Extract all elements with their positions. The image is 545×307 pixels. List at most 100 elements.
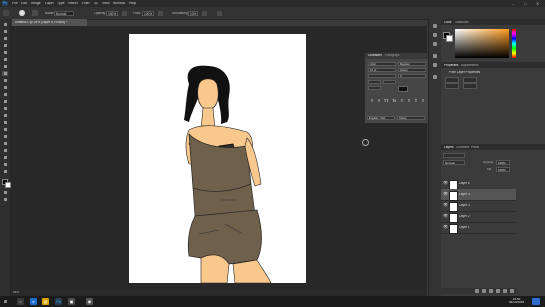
brush-preview-icon[interactable] bbox=[19, 10, 25, 16]
visibility-eye-icon[interactable]: 👁 bbox=[443, 214, 448, 218]
eraser-tool-icon[interactable] bbox=[2, 99, 8, 104]
paragraph-panel-icon[interactable] bbox=[432, 62, 438, 68]
minimize-icon[interactable]: – bbox=[512, 1, 514, 6]
tab-properties[interactable]: Properties bbox=[444, 64, 459, 67]
y-field[interactable] bbox=[463, 83, 477, 89]
pen-tool-icon[interactable] bbox=[2, 127, 8, 132]
layer-mask-icon[interactable] bbox=[489, 289, 493, 293]
visibility-eye-icon[interactable]: 👁 bbox=[443, 192, 448, 196]
color-panel-background-swatch[interactable] bbox=[446, 35, 453, 42]
menu-layer[interactable]: Layer bbox=[45, 2, 54, 6]
eyedropper-tool-icon[interactable] bbox=[2, 64, 8, 69]
new-layer-icon[interactable] bbox=[503, 289, 507, 293]
menu-image[interactable]: Image bbox=[31, 2, 41, 6]
tab-paragraph[interactable]: Paragraph bbox=[385, 54, 400, 57]
blend-mode-select[interactable]: Normal bbox=[443, 160, 465, 165]
tab-character[interactable]: Character bbox=[368, 54, 382, 57]
stamp-tool-icon[interactable] bbox=[2, 85, 8, 90]
quick-select-tool-icon[interactable] bbox=[2, 43, 8, 48]
opacity-field[interactable]: 100% bbox=[106, 10, 118, 16]
healing-tool-icon[interactable] bbox=[2, 78, 8, 83]
history-panel-icon[interactable] bbox=[432, 23, 438, 29]
zoom-level[interactable]: 25% bbox=[13, 291, 19, 294]
layer-opacity-field[interactable]: 100% bbox=[496, 160, 510, 165]
menu-help[interactable]: Help bbox=[129, 2, 136, 6]
type-tool-icon[interactable] bbox=[2, 134, 8, 139]
tracking-field[interactable]: 0 bbox=[398, 74, 426, 78]
language-select[interactable]: English: USA bbox=[367, 116, 395, 120]
tab-swatches[interactable]: Swatches bbox=[455, 21, 469, 24]
frame-tool-icon[interactable] bbox=[2, 57, 8, 62]
visibility-eye-icon[interactable]: 👁 bbox=[443, 225, 448, 229]
notification-icon[interactable] bbox=[532, 298, 540, 305]
menu-type[interactable]: Type bbox=[57, 2, 65, 6]
layer-filter-select[interactable] bbox=[443, 153, 465, 158]
document-tab[interactable]: Untitled-1 @ 25% (Layer 4, RGB/8) * bbox=[12, 19, 87, 26]
brush-tool-icon[interactable] bbox=[2, 71, 8, 76]
leading-field[interactable]: (Auto) bbox=[398, 68, 426, 72]
flow-field[interactable]: 100% bbox=[142, 10, 154, 16]
pressure-size-icon[interactable] bbox=[217, 10, 222, 16]
brush-settings-panel-icon[interactable] bbox=[432, 32, 438, 38]
character-panel-icon[interactable] bbox=[432, 53, 438, 59]
menu-filter[interactable]: Filter bbox=[82, 2, 90, 6]
windows-start-icon[interactable]: ⊞ bbox=[2, 298, 9, 305]
blur-tool-icon[interactable] bbox=[2, 113, 8, 118]
tab-layers[interactable]: Layers bbox=[444, 146, 454, 149]
info-panel-icon[interactable] bbox=[432, 74, 438, 80]
font-family-select[interactable]: Arial bbox=[368, 62, 396, 66]
menu-3d[interactable]: 3D bbox=[94, 2, 98, 6]
font-style-select[interactable]: Regular bbox=[398, 62, 426, 66]
smoothing-options-icon[interactable] bbox=[202, 10, 207, 16]
edge-browser-icon[interactable]: e bbox=[30, 298, 37, 305]
smoothing-field[interactable]: 10% bbox=[188, 10, 198, 16]
gradient-tool-icon[interactable] bbox=[2, 106, 8, 111]
shape-tool-icon[interactable] bbox=[2, 148, 8, 153]
document-canvas[interactable] bbox=[129, 34, 306, 284]
horizontal-scale-field[interactable] bbox=[383, 80, 396, 84]
airbrush-icon[interactable] bbox=[158, 10, 163, 16]
visibility-eye-icon[interactable]: 👁 bbox=[443, 181, 448, 185]
edit-toolbar-icon[interactable] bbox=[2, 169, 8, 174]
color-picker-field[interactable] bbox=[455, 29, 509, 58]
tab-color[interactable]: Color bbox=[444, 21, 452, 24]
background-color-swatch[interactable] bbox=[4, 181, 11, 188]
history-brush-tool-icon[interactable] bbox=[2, 92, 8, 97]
tab-paths[interactable]: Paths bbox=[471, 146, 479, 149]
tab-channels[interactable]: Channels bbox=[456, 146, 469, 149]
faux-bold-button[interactable]: T bbox=[370, 99, 374, 103]
file-explorer-icon[interactable]: ▤ bbox=[42, 298, 49, 305]
lasso-tool-icon[interactable] bbox=[2, 36, 8, 41]
tab-adjustments[interactable]: Adjustments bbox=[461, 64, 479, 67]
close-icon[interactable]: ✕ bbox=[536, 1, 539, 6]
visibility-eye-icon[interactable]: 👁 bbox=[443, 203, 448, 207]
hue-slider[interactable] bbox=[512, 29, 516, 58]
faux-italic-button[interactable]: T bbox=[377, 99, 381, 103]
layer-row[interactable]: 👁 Layer 1 bbox=[441, 222, 516, 234]
baseline-shift-field[interactable] bbox=[368, 86, 381, 90]
system-clock[interactable]: 19:50 06/10/2018 bbox=[509, 297, 524, 306]
vertical-scale-field[interactable] bbox=[368, 80, 381, 84]
layer-fill-field[interactable]: 100% bbox=[496, 167, 510, 172]
brushes-panel-icon[interactable] bbox=[432, 41, 438, 47]
menu-window[interactable]: Window bbox=[113, 2, 125, 6]
underline-button[interactable]: T bbox=[414, 99, 418, 103]
superscript-button[interactable]: T bbox=[400, 99, 404, 103]
menu-select[interactable]: Select bbox=[68, 2, 78, 6]
subscript-button[interactable]: T bbox=[407, 99, 411, 103]
search-icon[interactable]: ○ bbox=[17, 298, 24, 305]
brush-panel-icon[interactable] bbox=[32, 10, 38, 16]
photoshop-taskbar-icon[interactable]: Ps bbox=[55, 298, 62, 305]
font-size-field[interactable]: 12 pt bbox=[368, 68, 396, 72]
quick-mask-icon[interactable] bbox=[2, 190, 8, 195]
text-color-swatch[interactable] bbox=[398, 86, 408, 92]
menu-view[interactable]: View bbox=[102, 2, 110, 6]
steam-taskbar-icon[interactable]: ◉ bbox=[86, 298, 93, 305]
small-caps-button[interactable]: Tt bbox=[392, 99, 396, 103]
x-field[interactable] bbox=[445, 83, 459, 89]
menu-edit[interactable]: Edit bbox=[21, 2, 27, 6]
mode-select[interactable]: Normal bbox=[54, 10, 74, 16]
menu-file[interactable]: File bbox=[12, 2, 18, 6]
path-select-tool-icon[interactable] bbox=[2, 141, 8, 146]
new-fill-layer-icon[interactable] bbox=[496, 289, 500, 293]
